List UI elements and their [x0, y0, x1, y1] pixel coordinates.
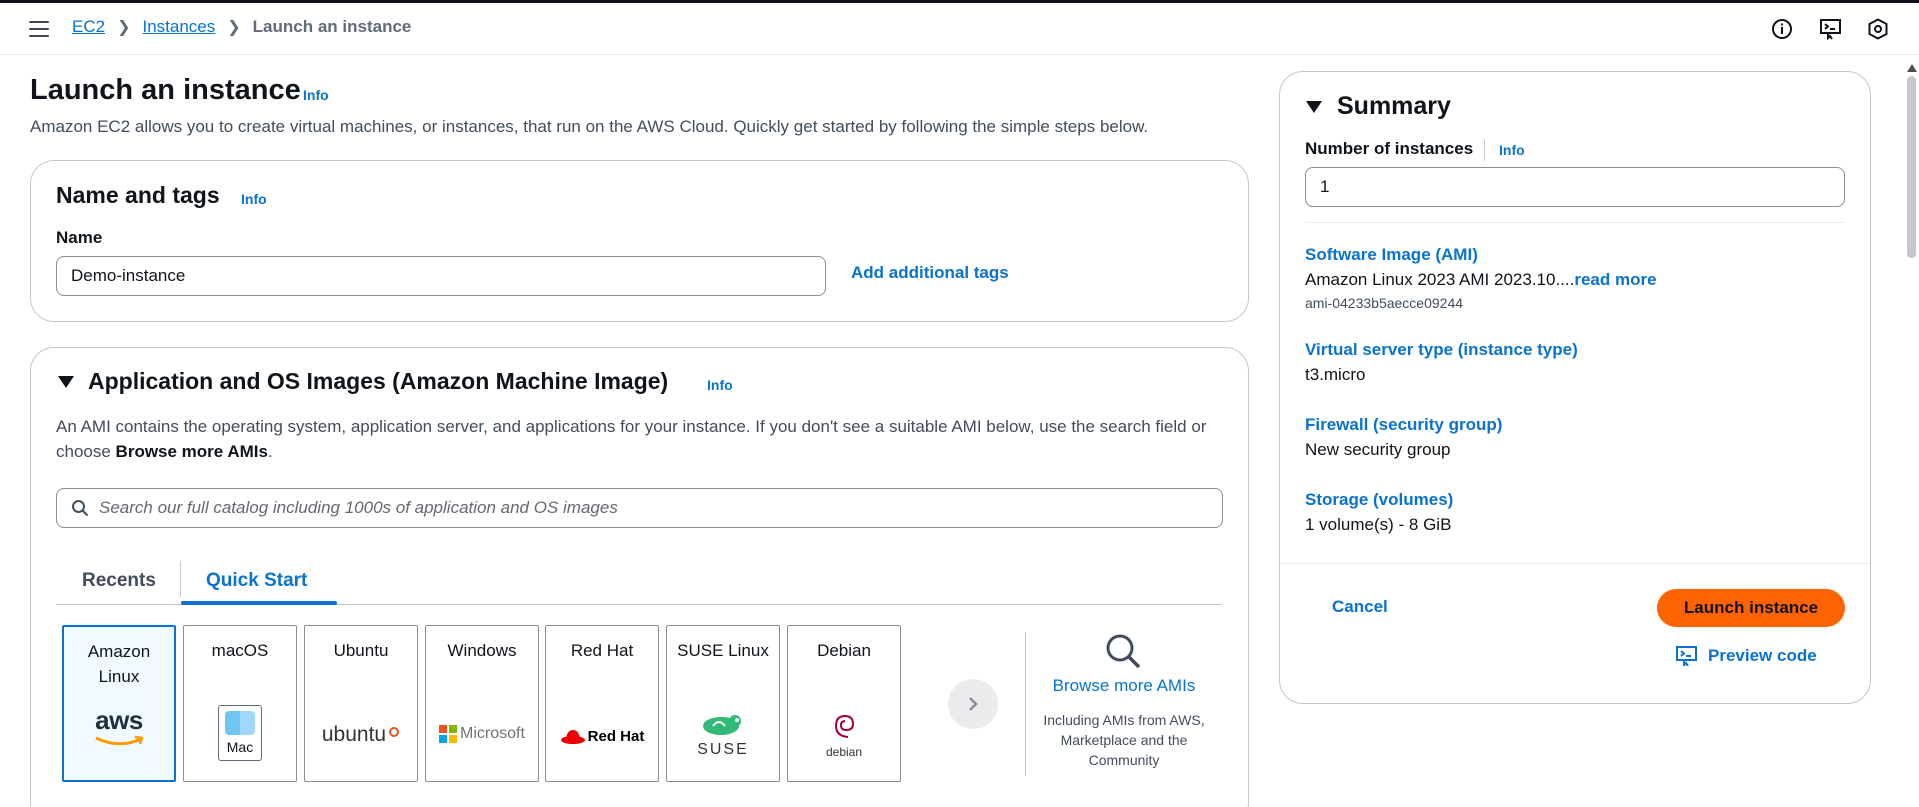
ami-search-input[interactable]: Search our full catalog including 1000s …: [56, 488, 1223, 528]
search-icon: [71, 499, 89, 517]
tab-quick-start[interactable]: Quick Start: [206, 556, 307, 605]
ami-id: ami-04233b5aecce09244: [1305, 295, 1464, 311]
cloudshell-icon[interactable]: [1819, 18, 1843, 42]
firewall-link[interactable]: Firewall (security group): [1305, 415, 1502, 435]
next-tiles-button[interactable]: [948, 679, 998, 729]
search-placeholder: Search our full catalog including 1000s …: [99, 498, 618, 517]
red-hat-logo-text: Red Hat: [587, 727, 645, 745]
ami-description-period: .: [267, 442, 273, 461]
aws-logo-text: aws: [95, 705, 143, 735]
tile-name: Debian: [817, 641, 871, 660]
cancel-button[interactable]: Cancel: [1332, 597, 1388, 617]
number-of-instances-info-link[interactable]: Info: [1499, 142, 1525, 158]
chevron-right-icon: [969, 697, 978, 711]
name-and-tags-info-link[interactable]: Info: [241, 191, 267, 207]
name-input[interactable]: Demo-instance: [56, 256, 826, 296]
ami-tile-suse-linux[interactable]: SUSE Linux SUSE: [666, 625, 780, 782]
ami-tile-macos[interactable]: macOS Mac: [183, 625, 297, 782]
storage-link[interactable]: Storage (volumes): [1305, 490, 1453, 510]
ami-tile-red-hat[interactable]: Red Hat Red Hat: [545, 625, 659, 782]
name-and-tags-title: Name and tags: [56, 182, 220, 208]
browse-more-amis-link[interactable]: Browse more AMIs: [1050, 676, 1198, 696]
breadcrumb-instances[interactable]: Instances: [142, 17, 215, 37]
ami-info-link[interactable]: Info: [707, 377, 733, 393]
instance-type-link[interactable]: Virtual server type (instance type): [1305, 340, 1578, 360]
ami-tile-windows[interactable]: Windows Microsoft: [425, 625, 539, 782]
browse-more-amis-bold: Browse more AMIs: [115, 442, 268, 461]
label-divider: [1484, 139, 1485, 161]
preview-code-icon: [1676, 646, 1698, 671]
browse-more-description: Including AMIs from AWS, Marketplace and…: [1043, 712, 1205, 768]
aws-logo-icon: aws: [64, 705, 174, 752]
chevron-right-icon: ❯: [227, 19, 241, 36]
tile-name: Red Hat: [570, 641, 634, 660]
tile-name: Amazon Linux: [87, 642, 151, 686]
active-tab-indicator: [181, 601, 337, 605]
tile-name: macOS: [211, 641, 269, 660]
tab-recents[interactable]: Recents: [82, 556, 156, 605]
page-title: Launch an instance: [30, 74, 301, 106]
debian-logo-text: debian: [825, 745, 863, 759]
number-of-instances-input[interactable]: 1: [1305, 167, 1845, 207]
number-of-instances-label: Number of instances: [1305, 139, 1474, 158]
breadcrumb-current: Launch an instance: [252, 17, 412, 36]
chevron-right-icon: ❯: [117, 19, 131, 36]
tile-name: Windows: [447, 641, 517, 660]
microsoft-logo-icon: Microsoft: [426, 725, 538, 743]
software-image-value: Amazon Linux 2023 AMI 2023.10....read mo…: [1305, 270, 1657, 290]
read-more-link[interactable]: read more: [1574, 270, 1656, 289]
firewall-value: New security group: [1305, 440, 1451, 459]
mac-finder-logo-icon: Mac: [184, 705, 296, 761]
number-of-instances-value: 1: [1320, 177, 1330, 196]
ami-tabs: Recents Quick Start: [56, 556, 1222, 605]
settings-hexagon-icon[interactable]: [1867, 18, 1891, 42]
browse-search-icon[interactable]: [1104, 632, 1142, 675]
ami-description: An AMI contains the operating system, ap…: [56, 414, 1216, 464]
breadcrumb: EC2 ❯ Instances ❯ Launch an instance: [72, 17, 411, 37]
browse-divider: [1025, 632, 1026, 776]
summary-title: Summary: [1337, 92, 1451, 120]
tile-name: SUSE Linux: [677, 641, 769, 660]
page-info-link[interactable]: Info: [303, 87, 329, 103]
preview-code-button[interactable]: Preview code: [1708, 646, 1817, 666]
summary-collapse-icon[interactable]: [1305, 100, 1323, 119]
summary-divider: [1305, 222, 1845, 223]
red-hat-logo-icon: Red Hat: [546, 727, 658, 745]
info-circle-icon[interactable]: [1771, 18, 1795, 42]
suse-logo-text: SUSE: [697, 741, 749, 758]
storage-value: 1 volume(s) - 8 GiB: [1305, 515, 1452, 534]
ami-tile-ubuntu[interactable]: Ubuntu ubuntu: [304, 625, 418, 782]
breadcrumb-ec2[interactable]: EC2: [72, 17, 105, 37]
add-additional-tags-link[interactable]: Add additional tags: [851, 263, 1009, 283]
ami-tile-debian[interactable]: Debian debian: [787, 625, 901, 782]
scrollbar-thumb[interactable]: [1907, 76, 1916, 258]
software-image-text: Amazon Linux 2023 AMI 2023.10....: [1305, 270, 1575, 289]
tab-divider: [180, 561, 181, 597]
debian-logo-icon: debian: [788, 712, 900, 759]
name-label: Name: [56, 228, 103, 247]
ubuntu-logo-text: ubuntu: [321, 723, 387, 746]
name-input-value: Demo-instance: [71, 266, 186, 285]
mac-logo-text: Mac: [226, 739, 254, 755]
ami-section-title: Application and OS Images (Amazon Machin…: [88, 368, 669, 394]
top-navigation-bar: EC2 ❯ Instances ❯ Launch an instance: [0, 3, 1919, 55]
hamburger-menu-icon[interactable]: [29, 21, 49, 37]
suse-logo-icon: SUSE: [667, 712, 779, 759]
instance-type-value: t3.micro: [1305, 365, 1366, 384]
ami-tile-amazon-linux[interactable]: Amazon Linux aws: [62, 625, 176, 782]
tile-name: Ubuntu: [333, 641, 389, 660]
microsoft-logo-text: Microsoft: [460, 725, 525, 742]
ubuntu-logo-icon: ubuntu: [305, 723, 417, 747]
software-image-link[interactable]: Software Image (AMI): [1305, 245, 1478, 265]
launch-instance-button[interactable]: Launch instance: [1657, 589, 1845, 627]
summary-footer-divider: [1280, 563, 1870, 564]
collapse-triangle-icon[interactable]: [57, 375, 75, 394]
page-description: Amazon EC2 allows you to create virtual …: [30, 117, 1149, 136]
